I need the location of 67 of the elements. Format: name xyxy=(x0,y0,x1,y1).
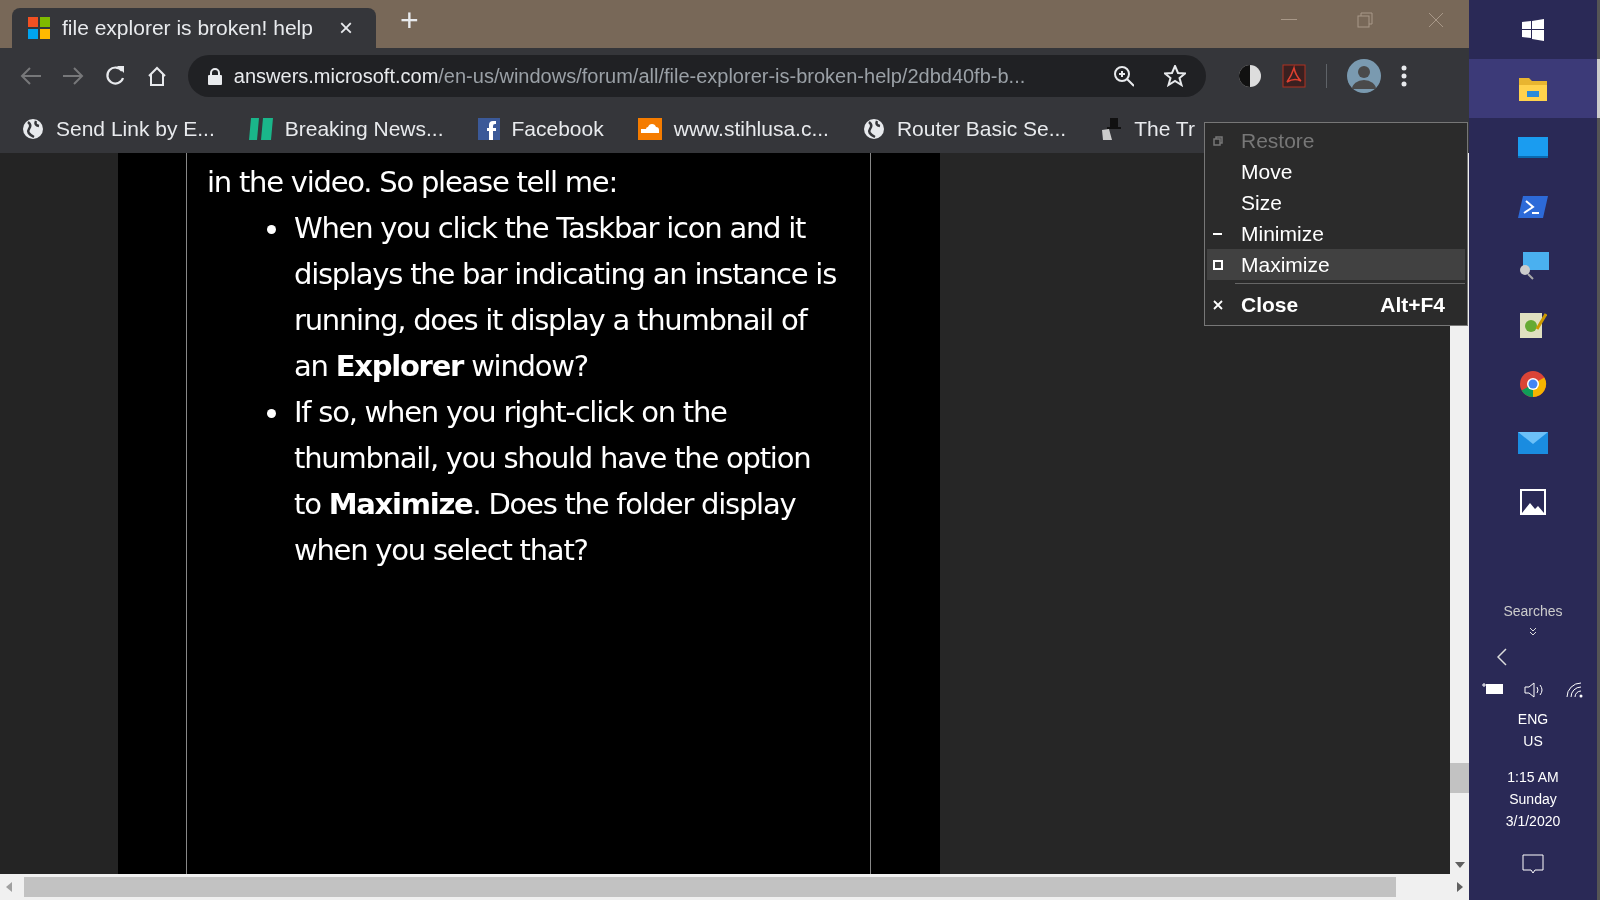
contrast-icon[interactable] xyxy=(1238,64,1262,88)
language-indicator[interactable]: ENG US xyxy=(1517,708,1549,752)
menu-item[interactable]: Maximize xyxy=(1207,249,1465,280)
folder-icon xyxy=(1518,75,1548,102)
browser-tab[interactable]: file explorer is broken! help × xyxy=(12,8,376,48)
searches-label[interactable]: Searches xyxy=(1503,601,1563,622)
home-icon[interactable] xyxy=(146,65,168,87)
minimize-icon xyxy=(1213,232,1222,235)
reload-icon[interactable] xyxy=(104,65,126,87)
close-icon xyxy=(1213,300,1223,310)
tab-title: file explorer is broken! help xyxy=(62,15,314,42)
new-tab-button[interactable]: + xyxy=(400,0,419,44)
avatar-icon[interactable] xyxy=(1347,59,1381,93)
intro-text: in the video. So please tell me: xyxy=(207,164,618,201)
scrollbar-thumb[interactable] xyxy=(1450,762,1469,793)
bookmark[interactable]: Router Basic Se... xyxy=(862,112,1067,145)
horizontal-scrollbar-thumb[interactable] xyxy=(24,877,1396,897)
bookmark[interactable]: The Tr xyxy=(1100,112,1195,145)
bullet-icon xyxy=(267,409,276,418)
bookmark[interactable]: www.stihlusa.c... xyxy=(637,112,829,145)
zoom-icon[interactable] xyxy=(1112,65,1135,87)
monitor-icon xyxy=(1518,136,1548,159)
monitor-search-icon xyxy=(1517,251,1549,280)
maximize-icon xyxy=(1213,259,1223,270)
wifi-icon[interactable] xyxy=(1566,682,1584,698)
battery-icon[interactable] xyxy=(1482,682,1504,696)
taskbar-button[interactable] xyxy=(1469,59,1597,118)
facebook-icon xyxy=(477,117,500,140)
cloud-icon xyxy=(637,117,662,140)
pdf-icon[interactable] xyxy=(1282,64,1306,88)
scroll-down-icon[interactable] xyxy=(1454,862,1465,868)
chevron-left-icon[interactable] xyxy=(1497,648,1507,666)
bookmark[interactable]: Facebook xyxy=(477,112,604,145)
clock[interactable]: 1:15 AM Sunday 3/1/2020 xyxy=(1505,766,1561,832)
news-icon xyxy=(248,117,273,140)
url-text: answers.microsoft.com/en-us/windows/forum/all/file-explorer-is-broken-help/2dbd40fb-b... xyxy=(233,64,1027,89)
forward-icon[interactable] xyxy=(62,66,84,86)
volume-icon[interactable] xyxy=(1524,682,1546,698)
menu-icon[interactable] xyxy=(1401,65,1407,87)
menu-item[interactable]: Move xyxy=(1207,156,1465,187)
bullet-icon xyxy=(267,225,276,234)
bookmark[interactable]: Breaking News... xyxy=(248,112,444,145)
star-icon[interactable] xyxy=(1164,65,1186,87)
terminal-icon xyxy=(1518,195,1548,218)
chevron-down-icon[interactable] xyxy=(1529,627,1537,636)
bookmark[interactable]: Send Link by E... xyxy=(22,112,215,145)
back-icon[interactable] xyxy=(20,66,42,86)
lock-icon xyxy=(208,67,222,85)
menu-item[interactable]: Close Alt+F4 xyxy=(1207,287,1465,323)
windows-logo-icon xyxy=(1522,18,1544,41)
bullet-text: When you click the Taskbar icon and it displays the bar indicating an instance is running, does it display a thumbnail of an Explorer window? xyxy=(294,210,837,385)
address-bar[interactable]: answers.microsoft.com/en-us/windows/forum/all/file-explorer-is-broken-help/2dbd40fb-b... xyxy=(188,55,1206,97)
image-icon xyxy=(1520,488,1546,515)
scroll-right-icon[interactable] xyxy=(1457,882,1463,892)
notepad-icon xyxy=(1519,310,1547,339)
restore-icon xyxy=(1213,135,1223,146)
globe-icon xyxy=(22,117,44,140)
bullet-text: If so, when you right-click on the thumbnail, you should have the option to Maximize. Does the folder display when you select that? xyxy=(294,394,812,569)
menu-item[interactable]: Minimize xyxy=(1207,218,1465,249)
close-tab-button[interactable]: × xyxy=(339,10,353,46)
globe-icon xyxy=(862,117,885,140)
top-hat-icon xyxy=(1100,116,1123,141)
mail-icon xyxy=(1518,431,1548,454)
menu-item[interactable]: Size xyxy=(1207,187,1465,218)
notifications-icon[interactable] xyxy=(1522,854,1544,876)
windows-logo-icon xyxy=(28,17,50,39)
chrome-icon xyxy=(1519,369,1547,398)
